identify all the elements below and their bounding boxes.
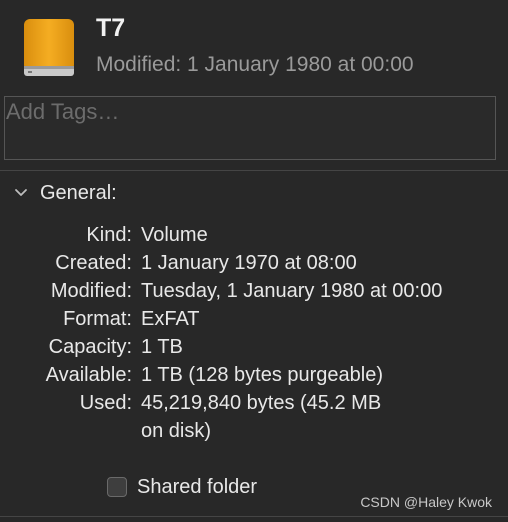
info-row-kind: Kind: Volume: [0, 221, 508, 249]
info-row-used-continued: on disk): [0, 417, 508, 445]
info-value-continued: on disk): [141, 420, 212, 442]
section-divider: [0, 170, 508, 171]
info-value: 1 TB: [141, 336, 183, 358]
bottom-divider: [0, 516, 508, 517]
info-label: Created:: [55, 252, 132, 274]
info-label: Used:: [79, 392, 132, 414]
general-section-toggle[interactable]: General:: [12, 180, 117, 206]
general-section-title: General:: [40, 181, 117, 204]
info-row-available: Available: 1 TB (128 bytes purgeable): [0, 361, 508, 389]
info-value: 45,219,840 bytes (45.2 MB: [141, 392, 382, 414]
tags-input[interactable]: [6, 99, 486, 125]
shared-folder-option[interactable]: Shared folder: [107, 474, 257, 500]
external-drive-icon: [24, 19, 74, 76]
modified-subtitle: Modified: 1 January 1980 at 00:00: [96, 53, 414, 76]
info-label: Modified:: [50, 280, 132, 302]
info-row-modified: Modified: Tuesday, 1 January 1980 at 00:…: [0, 277, 508, 305]
info-label: Format:: [63, 308, 132, 330]
info-row-created: Created: 1 January 1970 at 08:00: [0, 249, 508, 277]
get-info-window: T7 Modified: 1 January 1980 at 00:00 Gen…: [0, 0, 508, 522]
info-label: Kind:: [86, 224, 132, 246]
volume-name[interactable]: T7: [96, 14, 125, 43]
info-value: 1 January 1970 at 08:00: [141, 252, 357, 274]
info-row-capacity: Capacity: 1 TB: [0, 333, 508, 361]
shared-folder-checkbox[interactable]: [107, 477, 127, 497]
info-label: Available:: [45, 364, 132, 386]
info-row-used: Used: 45,219,840 bytes (45.2 MB: [0, 389, 508, 417]
info-label: Capacity:: [48, 336, 132, 358]
info-value: 1 TB (128 bytes purgeable): [141, 364, 384, 386]
info-value: ExFAT: [141, 308, 200, 330]
watermark: CSDN @Haley Kwok: [360, 494, 492, 510]
shared-folder-label[interactable]: Shared folder: [137, 476, 257, 499]
info-row-format: Format: ExFAT: [0, 305, 508, 333]
info-value: Tuesday, 1 January 1980 at 00:00: [141, 280, 443, 302]
chevron-down-icon: [15, 189, 27, 196]
info-value: Volume: [141, 224, 208, 246]
